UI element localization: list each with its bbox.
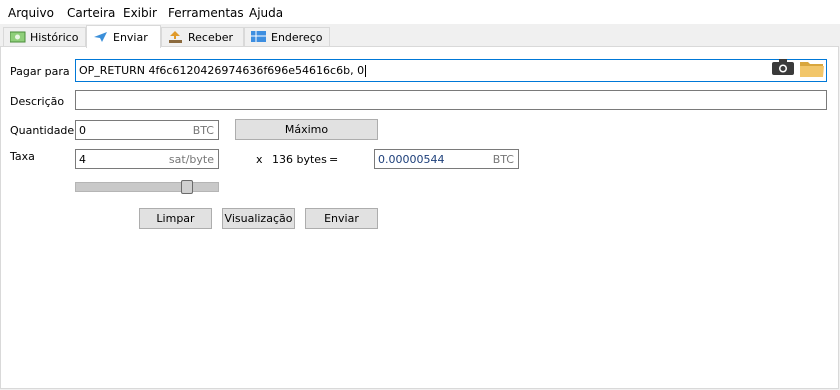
amount-input[interactable]: 0 BTC	[75, 120, 219, 140]
menu-ferramentas[interactable]: Ferramentas	[168, 6, 244, 20]
tx-size: 136 bytes	[272, 153, 327, 166]
equals-symbol: =	[329, 153, 339, 166]
receive-icon	[168, 31, 184, 43]
pay-to-input[interactable]: OP_RETURN 4f6c6120426974636f696e54616c6b…	[75, 59, 827, 82]
pay-to-value: OP_RETURN 4f6c6120426974636f696e54616c6b…	[79, 64, 365, 77]
fee-slider-handle[interactable]	[180, 180, 193, 194]
tab-enviar-label: Enviar	[113, 30, 148, 44]
fee-slider-track[interactable]	[75, 182, 219, 192]
max-button[interactable]: Máximo	[235, 119, 378, 140]
menu-bar: Arquivo Carteira Exibir Ferramentas Ajud…	[0, 0, 840, 24]
total-fee-field[interactable]: 0.00000544 BTC	[374, 149, 519, 169]
fee-input[interactable]: 4 sat/byte	[75, 149, 219, 169]
tab-endereco-label: Endereço	[271, 30, 323, 44]
tab-historico-label: Histórico	[30, 30, 79, 44]
clear-button[interactable]: Limpar	[139, 208, 212, 229]
fee-value: 4	[79, 152, 86, 166]
pay-to-label: Pagar para	[10, 65, 70, 78]
amount-label: Quantidade	[10, 124, 75, 137]
tab-bar: Histórico Enviar Receber Endereço	[0, 25, 840, 48]
tab-historico[interactable]: Histórico	[3, 27, 86, 46]
send-icon	[93, 31, 109, 43]
menu-arquivo[interactable]: Arquivo	[8, 6, 54, 20]
address-icon	[251, 31, 267, 43]
menu-carteira[interactable]: Carteira	[67, 6, 115, 20]
tab-endereco[interactable]: Endereço	[244, 27, 330, 46]
menu-exibir[interactable]: Exibir	[123, 6, 157, 20]
fee-unit: sat/byte	[168, 153, 214, 166]
tab-receber-label: Receber	[188, 30, 234, 44]
preview-button[interactable]: Visualização	[222, 208, 295, 229]
menu-ajuda[interactable]: Ajuda	[249, 6, 283, 20]
description-input[interactable]	[75, 90, 827, 110]
amount-value: 0	[79, 123, 86, 137]
tab-receber[interactable]: Receber	[161, 27, 244, 46]
fee-label: Taxa	[10, 150, 35, 163]
folder-icon[interactable]	[799, 58, 825, 81]
camera-icon[interactable]	[771, 58, 795, 79]
history-icon	[9, 31, 26, 43]
total-fee-value: 0.00000544	[378, 152, 445, 166]
tab-enviar[interactable]: Enviar	[86, 25, 161, 48]
description-label: Descrição	[10, 95, 65, 108]
amount-unit: BTC	[192, 124, 214, 137]
total-fee-unit: BTC	[492, 153, 514, 166]
send-button[interactable]: Enviar	[305, 208, 378, 229]
times-symbol: x	[256, 153, 263, 166]
text-cursor	[365, 64, 367, 77]
